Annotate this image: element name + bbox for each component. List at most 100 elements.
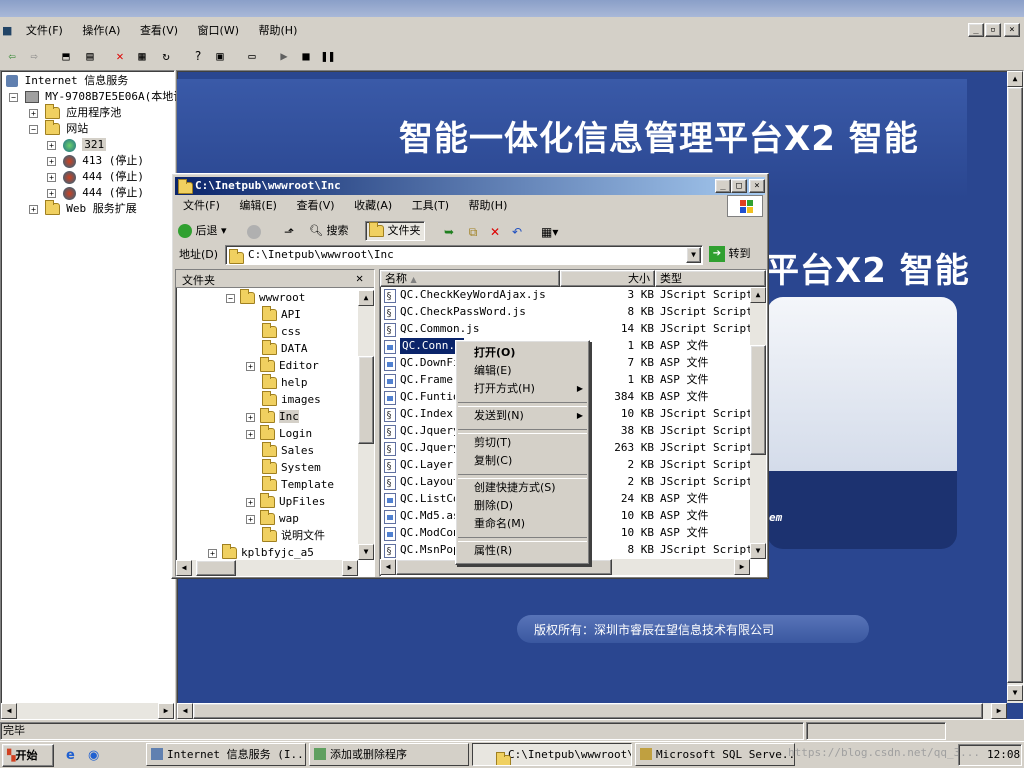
minimize-icon[interactable]: _ (968, 23, 984, 37)
back-arrow-icon[interactable]: ⇦ (4, 48, 20, 64)
tree-item-site-444a[interactable]: + 444 (停止) (47, 169, 144, 185)
restore-icon[interactable]: ▫ (985, 23, 1001, 37)
folder-tree-item[interactable]: + Login (246, 425, 312, 442)
ctx-open-with[interactable]: 打开方式(H) (456, 380, 589, 398)
scroll-right-icon[interactable]: ▶ (342, 560, 358, 576)
folder-tree-item[interactable]: images (262, 391, 321, 408)
scroll-thumb[interactable] (358, 356, 374, 444)
address-field[interactable]: C:\Inetpub\wwwroot\Inc ▼ (225, 245, 703, 265)
play-icon[interactable]: ▶ (276, 48, 292, 64)
start-button[interactable]: ▚开始 (2, 744, 54, 767)
expand-icon[interactable]: + (47, 156, 56, 166)
scroll-down-icon[interactable]: ▼ (750, 543, 766, 559)
scroll-right-icon[interactable]: ▶ (158, 703, 174, 719)
folder-tree-item[interactable]: − wwwroot (226, 289, 305, 306)
menu-view[interactable]: 查看(V) (132, 23, 186, 39)
delete-icon[interactable]: ✕ (487, 224, 503, 240)
menu-help[interactable]: 帮助(H) (251, 23, 306, 39)
expand-icon[interactable]: + (29, 108, 38, 118)
explorer-menu-tools[interactable]: 工具(T) (404, 198, 457, 214)
expand-icon[interactable]: + (246, 514, 255, 524)
content-hscrollbar[interactable]: ◀ ▶ (177, 703, 1007, 719)
collapse-icon[interactable]: − (9, 92, 18, 102)
ctx-delete[interactable]: 删除(D) (456, 497, 589, 515)
menu-window[interactable]: 窗口(W) (190, 23, 247, 39)
refresh-icon[interactable]: ↻ (158, 48, 174, 64)
up-folder-icon[interactable]: ⬒ (58, 48, 74, 64)
scroll-right-icon[interactable]: ▶ (991, 703, 1007, 719)
tree-root[interactable]: Internet 信息服务 (6, 73, 128, 89)
pause-icon[interactable]: ❚❚ (320, 48, 336, 64)
undo-icon[interactable]: ↶ (509, 224, 525, 240)
folders-button[interactable]: 文件夹 (365, 221, 425, 241)
content-vscrollbar[interactable]: ▲ ▼ (1007, 71, 1023, 703)
file-vscrollbar[interactable]: ▲ ▼ (750, 287, 766, 559)
folder-tree-item[interactable]: + kplbfyjc_a5 (208, 544, 314, 561)
properties-icon[interactable]: ▦ (134, 48, 150, 64)
folder-tree-item[interactable]: + Inc (246, 408, 299, 425)
ctx-create-shortcut[interactable]: 创建快捷方式(S) (456, 479, 589, 497)
folder-tree-item[interactable]: + wap (246, 510, 299, 527)
explorer-menu-favorites[interactable]: 收藏(A) (346, 198, 400, 214)
tree-hscrollbar[interactable]: ◀ ▶ (1, 703, 174, 719)
explorer-titlebar[interactable]: C:\Inetpub\wwwroot\Inc _ □ × (175, 177, 765, 195)
close-icon[interactable]: × (749, 179, 765, 193)
file-row[interactable]: QC.CheckKeyWordAjax.js 3 KB JScript Script (380, 287, 753, 305)
expand-icon[interactable]: + (47, 188, 56, 198)
expand-icon[interactable]: + (47, 172, 56, 182)
close-icon[interactable]: ✕ (356, 271, 363, 285)
column-size[interactable]: 大小 (560, 270, 655, 287)
taskbar-button-iis[interactable]: Internet 信息服务 (I... (146, 743, 306, 766)
forward-arrow-icon[interactable] (247, 225, 261, 239)
back-button[interactable]: 后退 ▾ (178, 223, 227, 239)
expand-icon[interactable]: + (208, 548, 217, 558)
explorer-menu-file[interactable]: 文件(F) (175, 198, 228, 214)
show-tree-icon[interactable]: ▤ (82, 48, 98, 64)
scroll-down-icon[interactable]: ▼ (1007, 685, 1023, 701)
menu-action[interactable]: 操作(A) (74, 23, 128, 39)
delete-icon[interactable]: ✕ (112, 48, 128, 64)
scroll-thumb[interactable] (193, 703, 983, 719)
taskbar-button-explorer[interactable]: C:\Inetpub\wwwroot\Inc (472, 743, 632, 766)
taskbar-button-sql[interactable]: Microsoft SQL Serve... (635, 743, 795, 766)
folder-tree-item[interactable]: 说明文件 (262, 527, 325, 544)
scroll-down-icon[interactable]: ▼ (358, 544, 374, 560)
expand-icon[interactable]: + (246, 429, 255, 439)
folder-tree-item[interactable]: css (262, 323, 301, 340)
folder-tree-item[interactable]: DATA (262, 340, 308, 357)
folder-tree-item[interactable]: System (262, 459, 321, 476)
collapse-icon[interactable]: − (29, 124, 38, 134)
folder-tree-item[interactable]: API (262, 306, 301, 323)
up-folder-icon[interactable]: ⬏ (281, 224, 297, 240)
ie-icon[interactable]: e (66, 748, 75, 763)
console-icon[interactable]: ▣ (212, 48, 228, 64)
column-name[interactable]: 名称 ▲ (380, 270, 560, 287)
taskbar-button-addremove[interactable]: 添加或删除程序 (309, 743, 469, 766)
tree-server[interactable]: − MY-9708B7E5E06A(本地计 (9, 89, 184, 105)
folder-tree-item[interactable]: Sales (262, 442, 314, 459)
forward-arrow-icon[interactable]: ⇨ (26, 48, 42, 64)
scroll-left-icon[interactable]: ◀ (177, 703, 193, 719)
ctx-send-to[interactable]: 发送到(N) (456, 407, 589, 425)
scroll-thumb[interactable] (750, 345, 766, 455)
copy-to-icon[interactable]: ⧉ (465, 224, 481, 240)
scroll-thumb[interactable] (196, 560, 236, 576)
folder-tree-item[interactable]: Template (262, 476, 334, 493)
minimize-icon[interactable]: _ (715, 179, 731, 193)
explorer-menu-view[interactable]: 查看(V) (288, 198, 342, 214)
close-icon[interactable]: × (1004, 23, 1020, 37)
go-button[interactable]: ➔ 转到 (709, 246, 751, 262)
expand-icon[interactable]: + (29, 204, 38, 214)
folder-hscrollbar[interactable]: ◀ ▶ (176, 560, 358, 576)
chevron-down-icon[interactable]: ▼ (686, 247, 701, 263)
expand-icon[interactable]: + (246, 497, 255, 507)
file-row[interactable]: QC.CheckPassWord.js 8 KB JScript Script (380, 304, 753, 322)
scroll-up-icon[interactable]: ▲ (1007, 71, 1023, 87)
views-icon[interactable]: ▦▾ (541, 224, 558, 240)
tree-item-site-413[interactable]: + 413 (停止) (47, 153, 144, 169)
explorer-menu-edit[interactable]: 编辑(E) (231, 198, 285, 214)
explorer-menu-help[interactable]: 帮助(H) (461, 198, 516, 214)
expand-icon[interactable]: + (47, 140, 56, 150)
collapse-icon[interactable]: − (226, 293, 235, 303)
tree-item-site-321[interactable]: + 321 (47, 137, 107, 153)
